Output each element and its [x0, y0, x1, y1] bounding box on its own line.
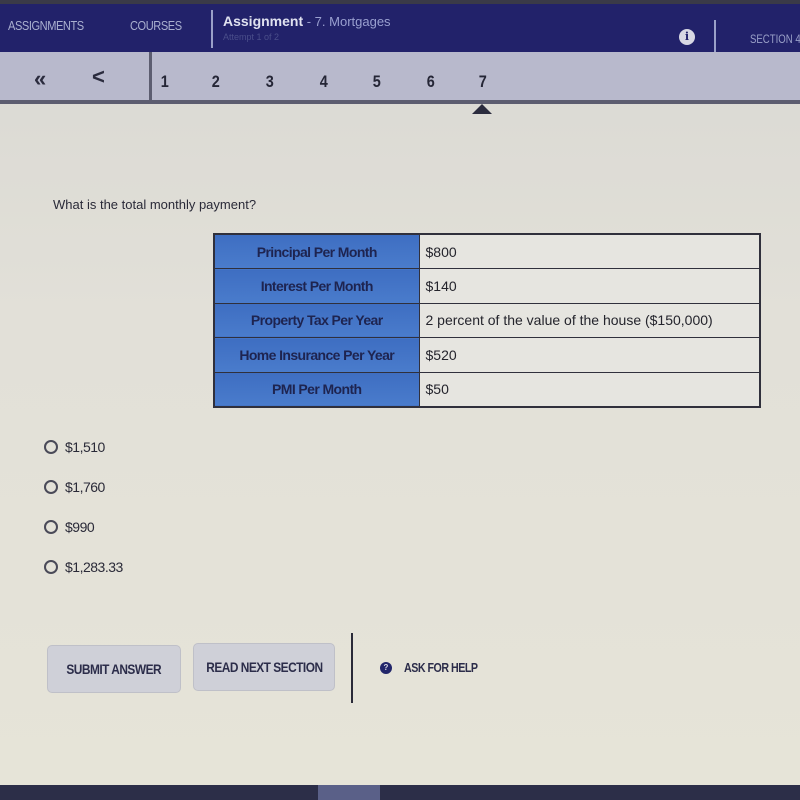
submit-answer-label: SUBMIT ANSWER [66, 661, 162, 677]
previous-page-button[interactable]: < [92, 64, 105, 90]
page-7-button-active[interactable]: 7 [479, 72, 487, 92]
nav-assignments-link[interactable]: ASSIGNMENTS [8, 18, 84, 33]
attempt-counter: Attempt 1 of 2 [223, 32, 280, 42]
info-icon[interactable]: i [679, 29, 695, 45]
row-label: PMI Per Month [213, 371, 420, 408]
row-value: 2 percent of the value of the house ($15… [418, 302, 761, 339]
option-label: $1,760 [65, 479, 105, 495]
page-2-button[interactable]: 2 [212, 72, 220, 92]
table-row: Home Insurance Per Year $520 [213, 337, 761, 373]
active-page-indicator-icon [472, 104, 492, 114]
answer-options: $1,510 $1,760 $990 $1,283.33 [44, 427, 123, 587]
taskbar [0, 785, 800, 800]
ask-for-help-link[interactable]: ? ASK FOR HELP [380, 660, 494, 675]
section-label[interactable]: SECTION 4 [750, 32, 800, 46]
row-value: $50 [418, 371, 761, 408]
radio-button[interactable] [44, 480, 58, 494]
assignment-title: Assignment - 7. Mortgages [223, 13, 391, 29]
table-row: Property Tax Per Year 2 percent of the v… [213, 302, 761, 339]
answer-option[interactable]: $1,283.33 [44, 547, 123, 587]
mortgage-info-table: Principal Per Month $800 Interest Per Mo… [213, 233, 761, 408]
ask-for-help-label: ASK FOR HELP [404, 660, 478, 675]
pager-controls: « < [0, 52, 152, 100]
option-label: $1,510 [65, 439, 105, 455]
nav-divider [211, 10, 213, 48]
nav-courses-link[interactable]: COURSES [130, 18, 182, 33]
submit-answer-button[interactable]: SUBMIT ANSWER [47, 645, 181, 693]
radio-button[interactable] [44, 440, 58, 454]
read-next-section-label: READ NEXT SECTION [205, 659, 323, 675]
action-divider [351, 633, 353, 703]
table-row: Interest Per Month $140 [213, 268, 761, 304]
read-next-section-button[interactable]: READ NEXT SECTION [193, 643, 335, 691]
page-5-button[interactable]: 5 [373, 72, 381, 92]
assignment-name: - 7. Mortgages [303, 14, 391, 29]
first-page-button[interactable]: « [34, 66, 46, 92]
radio-button[interactable] [44, 520, 58, 534]
answer-option[interactable]: $1,510 [44, 427, 123, 467]
table-row: Principal Per Month $800 [213, 233, 761, 270]
assignment-label: Assignment [223, 13, 304, 29]
answer-option[interactable]: $1,760 [44, 467, 123, 507]
row-label: Principal Per Month [213, 233, 420, 270]
radio-button[interactable] [44, 560, 58, 574]
answer-option[interactable]: $990 [44, 507, 123, 547]
row-value: $140 [418, 268, 761, 304]
row-value: $800 [418, 233, 761, 270]
page-4-button[interactable]: 4 [320, 72, 328, 92]
row-label: Property Tax Per Year [213, 302, 420, 339]
question-pager: « < 1 2 3 4 5 6 7 [0, 52, 800, 104]
row-label: Interest Per Month [213, 268, 420, 304]
top-navigation-bar: ASSIGNMENTS COURSES Assignment - 7. Mort… [0, 0, 800, 58]
page-3-button[interactable]: 3 [266, 72, 274, 92]
question-text: What is the total monthly payment? [53, 197, 257, 212]
row-label: Home Insurance Per Year [213, 337, 420, 373]
row-value: $520 [418, 337, 761, 373]
page-1-button[interactable]: 1 [161, 72, 169, 92]
page-6-button[interactable]: 6 [427, 72, 435, 92]
table-row: PMI Per Month $50 [213, 371, 761, 408]
option-label: $990 [65, 519, 95, 535]
help-icon: ? [380, 661, 392, 674]
taskbar-app-button[interactable] [318, 785, 380, 800]
option-label: $1,283.33 [65, 559, 123, 575]
